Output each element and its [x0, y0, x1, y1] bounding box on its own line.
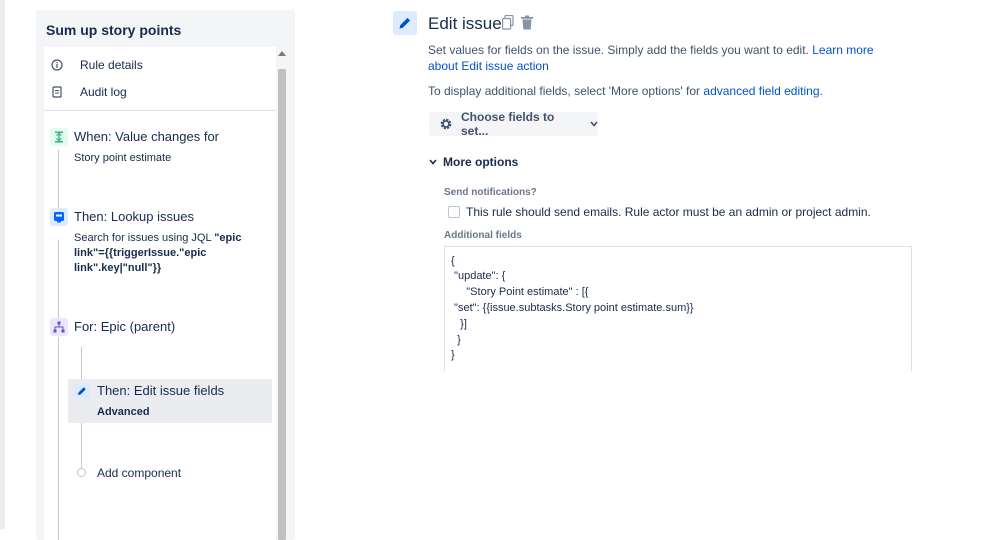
chevron-down-icon — [429, 159, 437, 165]
info-icon — [50, 58, 64, 72]
rule-scrollbar[interactable] — [276, 47, 288, 540]
lookup-step-subtitle: Search for issues using JQL "epic link"=… — [74, 231, 249, 276]
pencil-icon — [74, 383, 90, 399]
rule-panel: Sum up story points Rule details Audit l… — [36, 10, 295, 540]
code-line: "set": {{issue.subtasks.Story point esti… — [451, 302, 694, 314]
trash-icon[interactable] — [520, 15, 534, 31]
rule-details-link[interactable]: Rule details — [50, 56, 143, 74]
scroll-thumb[interactable] — [278, 69, 286, 540]
more-options-label: More options — [443, 155, 519, 169]
send-notifications-checkbox-label[interactable]: This rule should send emails. Rule actor… — [466, 205, 871, 219]
code-line: { — [451, 255, 455, 267]
copy-icon[interactable] — [502, 14, 516, 31]
branch-connector-line — [81, 423, 82, 469]
add-component-dot — [77, 468, 86, 477]
more-options-toggle[interactable]: More options — [429, 155, 518, 169]
trigger-icon — [50, 128, 68, 146]
edit-pencil-icon — [393, 11, 417, 35]
edit-step-subtitle: Advanced — [97, 406, 150, 418]
code-line: "update": { — [451, 270, 506, 282]
connector-line — [58, 240, 59, 320]
edit-step-title: Then: Edit issue fields — [97, 383, 225, 398]
send-notifications-label: Send notifications? — [444, 187, 537, 198]
document-icon — [50, 85, 64, 99]
scroll-up-arrow-icon[interactable] — [278, 51, 286, 56]
rule-tree: Rule details Audit log When: Value chang… — [44, 47, 276, 540]
choose-fields-label: Choose fields to set... — [461, 110, 555, 138]
choose-fields-button[interactable]: Choose fields to set... — [429, 110, 598, 138]
edit-description: Set values for fields on the issue. Simp… — [428, 42, 898, 74]
add-component-link[interactable]: Add component — [97, 466, 181, 481]
trigger-step-title: When: Value changes for — [74, 129, 220, 144]
gear-icon — [439, 117, 453, 131]
window-edge — [0, 0, 5, 529]
chevron-down-icon — [590, 121, 598, 127]
audit-log-label: Audit log — [80, 85, 127, 99]
display-fields-prefix: To display additional fields, select 'Mo… — [428, 84, 701, 98]
send-notifications-checkbox[interactable] — [448, 206, 460, 218]
lookup-step-title: Then: Lookup issues — [74, 209, 194, 224]
code-line: } — [451, 334, 461, 346]
code-line: } — [451, 349, 455, 361]
edit-issue-title: Edit issue — [428, 14, 502, 33]
additional-fields-label: Additional fields — [444, 230, 522, 241]
connector-line — [58, 337, 59, 540]
lookup-jql-prefix: Search for issues using JQL — [74, 232, 212, 244]
additional-fields-editor[interactable]: { "update": { "Story Point estimate" : [… — [444, 246, 912, 371]
audit-log-link[interactable]: Audit log — [50, 83, 127, 101]
branch-icon — [50, 318, 68, 336]
advanced-field-editing-link[interactable]: advanced field editing — [703, 84, 819, 98]
lookup-icon — [50, 208, 68, 226]
trigger-step-subtitle: Story point estimate — [74, 152, 172, 164]
edit-description-text: Set values for fields on the issue. Simp… — [428, 43, 809, 57]
code-line: "Story Point estimate" : [{ — [451, 286, 589, 298]
edit-issue-step[interactable]: Then: Edit issue fields Advanced — [68, 379, 272, 423]
connector-line — [58, 150, 59, 210]
rule-title: Sum up story points — [46, 22, 182, 38]
code-line: }] — [451, 318, 467, 330]
rule-details-label: Rule details — [80, 58, 143, 72]
nav-divider — [44, 110, 276, 111]
display-fields-period: . — [819, 84, 823, 98]
branch-step-title: For: Epic (parent) — [74, 319, 176, 334]
display-fields-text: To display additional fields, select 'Mo… — [428, 83, 898, 99]
